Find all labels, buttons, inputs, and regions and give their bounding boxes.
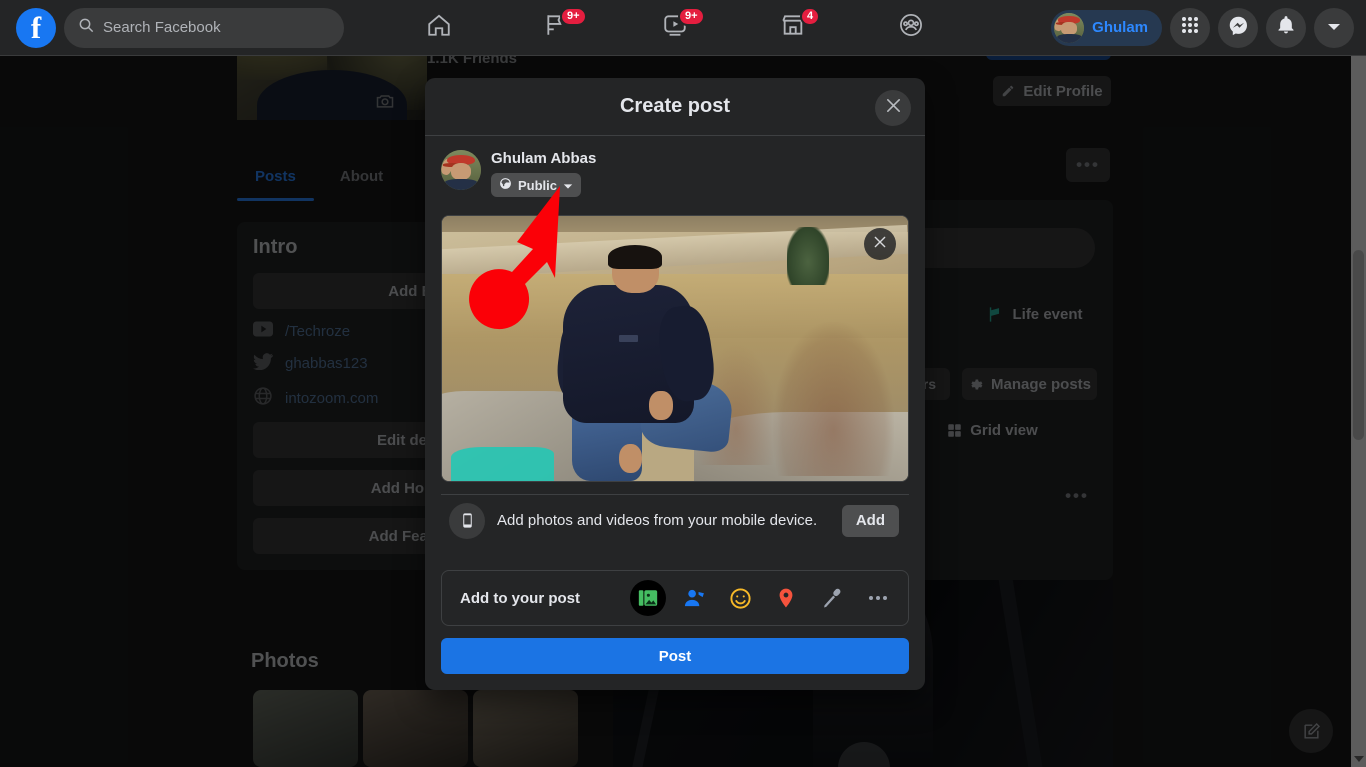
- nav-watch[interactable]: 9+: [620, 3, 730, 53]
- profile-chip-name: Ghulam: [1092, 19, 1148, 36]
- bell-icon: [1276, 15, 1296, 40]
- nav-pages[interactable]: 9+: [502, 3, 612, 53]
- search-input[interactable]: Search Facebook: [64, 7, 344, 48]
- nav-pages-badge: 9+: [560, 6, 587, 26]
- groups-icon: [898, 12, 924, 43]
- chevron-down-icon: [1327, 19, 1341, 37]
- live-audio-icon[interactable]: [814, 580, 850, 616]
- app-root: 1.1K Friends Edit Profile Posts About Fr…: [0, 0, 1366, 767]
- privacy-label: Public: [518, 177, 558, 193]
- close-dialog-button[interactable]: [875, 90, 911, 126]
- dialog-title: Create post: [619, 95, 731, 117]
- check-in-location-icon[interactable]: [768, 580, 804, 616]
- search-placeholder: Search Facebook: [103, 19, 221, 36]
- author-avatar[interactable]: [441, 150, 481, 190]
- remove-photo-button[interactable]: [864, 228, 896, 260]
- add-from-mobile-button[interactable]: Add: [841, 504, 899, 537]
- notifications-button[interactable]: [1266, 7, 1306, 48]
- nav-groups[interactable]: [856, 3, 966, 53]
- create-post-dialog: Create post Ghulam Abbas Public Add phot…: [425, 78, 925, 690]
- dialog-body: Ghulam Abbas Public Add photos and video…: [425, 136, 925, 558]
- header-nav-tabs: 9+ 9+ 4: [380, 0, 970, 56]
- mobile-phone-icon: [449, 502, 485, 539]
- photo-content: [442, 216, 908, 481]
- facebook-top-navigation: Search Facebook 9+: [0, 0, 1366, 56]
- messenger-icon: [1228, 15, 1249, 41]
- dialog-header: Create post: [425, 78, 925, 136]
- more-options-icon[interactable]: [860, 580, 896, 616]
- nav-home[interactable]: [384, 3, 494, 53]
- post-button[interactable]: Post: [441, 638, 909, 674]
- add-button-label: Add: [855, 512, 885, 529]
- messenger-button[interactable]: [1218, 7, 1258, 48]
- dialog-footer: Post: [425, 626, 925, 690]
- globe-icon: [499, 177, 512, 193]
- account-menu-button[interactable]: [1314, 7, 1354, 48]
- nav-marketplace-badge: 4: [800, 6, 821, 26]
- nav-marketplace[interactable]: 4: [738, 3, 848, 53]
- add-to-post-bar: Add to your post: [441, 570, 909, 626]
- feeling-activity-icon[interactable]: [722, 580, 758, 616]
- attached-photo[interactable]: [441, 215, 909, 482]
- header-left-group: Search Facebook: [0, 7, 344, 48]
- home-icon: [426, 12, 452, 43]
- avatar: [1054, 12, 1085, 43]
- chevron-down-icon: [563, 178, 573, 193]
- profile-chip[interactable]: Ghulam: [1051, 9, 1162, 46]
- add-to-post-label: Add to your post: [460, 589, 580, 607]
- mobile-upload-row: Add photos and videos from your mobile d…: [441, 494, 909, 546]
- menu-grid-button[interactable]: [1170, 7, 1210, 48]
- author-name: Ghulam Abbas: [491, 150, 597, 167]
- nav-watch-badge: 9+: [678, 6, 705, 26]
- mobile-upload-text: Add photos and videos from your mobile d…: [497, 512, 818, 529]
- grid-icon: [1181, 16, 1199, 39]
- close-icon: [873, 235, 887, 254]
- post-author-row: Ghulam Abbas Public: [441, 150, 909, 197]
- tag-people-icon[interactable]: [676, 580, 712, 616]
- privacy-selector[interactable]: Public: [491, 173, 582, 197]
- header-right-group: Ghulam: [1051, 0, 1354, 56]
- facebook-logo-icon[interactable]: [16, 7, 56, 48]
- close-icon: [885, 97, 902, 119]
- search-icon: [78, 17, 94, 38]
- photo-video-icon[interactable]: [630, 580, 666, 616]
